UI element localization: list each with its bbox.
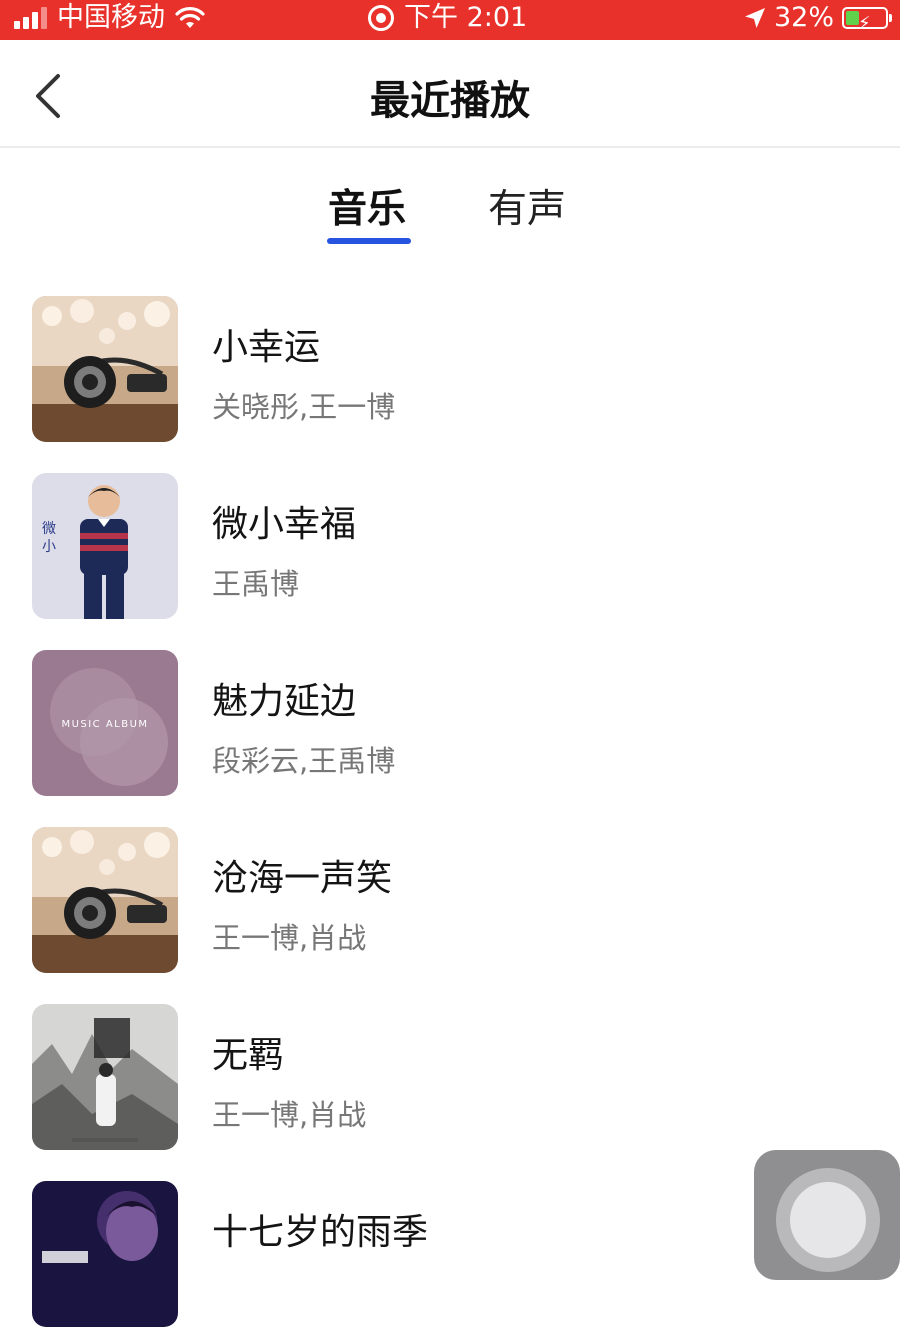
tab-bar: 音乐 有声 xyxy=(0,170,900,250)
carrier-label: 中国移动 xyxy=(57,2,165,33)
song-title: 微小幸福 xyxy=(212,504,357,545)
song-artist: 王禹博 xyxy=(212,567,300,601)
song-title: 十七岁的雨季 xyxy=(212,1212,429,1253)
ink-painting-cover xyxy=(32,1004,178,1150)
song-artist: 王一博,肖战 xyxy=(212,921,367,955)
tab-music[interactable]: 音乐 xyxy=(328,178,406,234)
cover-text: MUSIC ALBUM xyxy=(61,719,148,730)
list-item[interactable]: 微 小 微小幸福 王禹博 xyxy=(0,473,900,619)
song-artist: 关晓彤,王一博 xyxy=(212,390,396,424)
status-bar: 中国移动 下午 2:01 32% ⚡ xyxy=(0,0,900,40)
status-center: 下午 2:01 xyxy=(368,0,527,36)
screen-recording-icon xyxy=(368,5,394,31)
assistive-touch-button[interactable] xyxy=(754,1150,900,1280)
status-time: 下午 2:01 xyxy=(404,2,528,33)
status-right: 32% ⚡ xyxy=(744,0,892,36)
song-title: 无羁 xyxy=(212,1035,285,1076)
list-item[interactable]: 无羁 王一博,肖战 xyxy=(0,1004,900,1150)
list-item[interactable]: 小幸运 关晓彤,王一博 xyxy=(0,296,900,442)
portrait-purple-cover xyxy=(32,1181,178,1327)
song-title: 小幸运 xyxy=(212,327,321,368)
nav-bar: 最近播放 xyxy=(0,40,900,148)
music-album-cover: MUSIC ALBUM xyxy=(32,650,178,796)
headphones-cover xyxy=(32,296,178,442)
list-item[interactable]: 沧海一声笑 王一博,肖战 xyxy=(0,827,900,973)
song-title: 沧海一声笑 xyxy=(212,858,393,899)
battery-charging-icon: ⚡ xyxy=(842,7,892,34)
active-tab-indicator xyxy=(327,238,411,244)
song-title: 魅力延边 xyxy=(212,681,357,722)
list-item[interactable]: MUSIC ALBUM 魅力延边 段彩云,王禹博 xyxy=(0,650,900,796)
svg-text:小: 小 xyxy=(42,539,56,555)
page-title: 最近播放 xyxy=(370,78,530,124)
status-left: 中国移动 xyxy=(14,0,205,36)
tab-audio[interactable]: 有声 xyxy=(488,178,566,234)
location-arrow-icon xyxy=(744,8,765,28)
song-artist: 王一博,肖战 xyxy=(212,1098,367,1132)
svg-text:微: 微 xyxy=(42,521,56,537)
headphones-cover xyxy=(32,827,178,973)
signal-icon xyxy=(14,7,47,29)
song-artist: 段彩云,王禹博 xyxy=(212,744,396,778)
boy-portrait-cover: 微 小 xyxy=(32,473,178,619)
battery-percent: 32% xyxy=(773,2,834,33)
wifi-icon xyxy=(175,7,205,28)
